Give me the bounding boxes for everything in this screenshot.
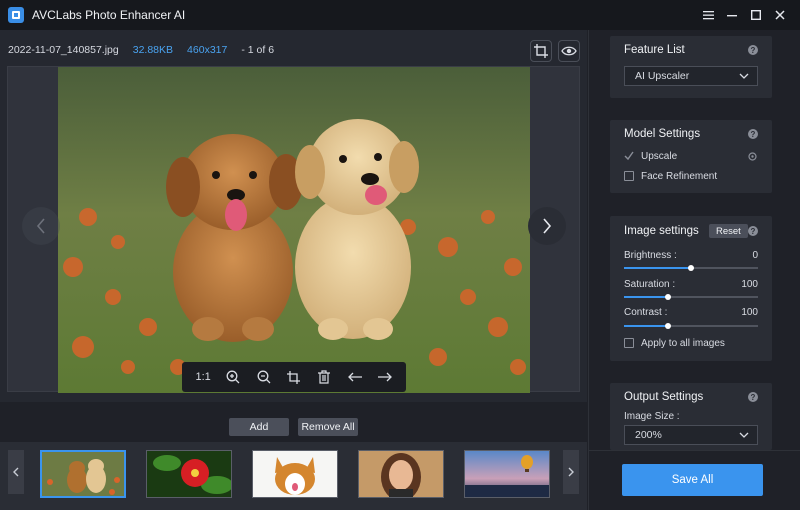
chevron-down-icon	[739, 73, 749, 79]
reset-button[interactable]: Reset	[709, 224, 748, 238]
crop-toggle-button[interactable]	[530, 40, 552, 62]
help-icon[interactable]: ?	[748, 226, 758, 236]
crop-icon[interactable]	[283, 366, 305, 388]
image-toolbar: 1:1	[182, 362, 406, 392]
image-canvas	[7, 66, 580, 393]
delete-icon[interactable]	[313, 366, 335, 388]
brightness-slider-fill	[624, 267, 691, 269]
chevron-right-icon	[543, 218, 552, 234]
chevron-left-icon	[13, 467, 19, 477]
checkmark-icon	[624, 151, 634, 161]
settings-panel: Feature List ? AI Upscaler Model Setting…	[588, 30, 800, 510]
menu-icon[interactable]	[699, 6, 717, 24]
main-photo-puppies	[58, 67, 530, 393]
crop-icon	[534, 44, 548, 58]
help-icon[interactable]: ?	[748, 45, 758, 55]
brightness-slider[interactable]	[624, 265, 758, 271]
image-dimensions: 460x317	[187, 44, 228, 56]
thumbs-prev-button[interactable]	[8, 450, 24, 494]
chevron-left-icon	[36, 218, 45, 234]
maximize-icon[interactable]	[747, 6, 765, 24]
add-button[interactable]: Add	[229, 418, 289, 436]
file-name: 2022-11-07_140857.jpg	[8, 44, 119, 56]
gear-icon[interactable]	[747, 151, 758, 162]
image-size-value: 200%	[635, 429, 662, 441]
arrow-left-icon[interactable]	[344, 366, 366, 388]
contrast-slider-fill	[624, 325, 669, 327]
face-refinement-label: Face Refinement	[641, 171, 718, 182]
brightness-slider-knob[interactable]	[688, 265, 694, 271]
brightness-label: Brightness :	[624, 250, 677, 261]
saturation-value: 100	[741, 279, 758, 290]
minimize-icon[interactable]	[723, 6, 741, 24]
apply-all-label: Apply to all images	[641, 338, 725, 349]
image-size-select[interactable]: 200%	[624, 425, 758, 445]
panel-divider	[589, 450, 800, 451]
remove-all-button[interactable]: Remove All	[298, 418, 358, 436]
previous-image-button[interactable]	[22, 207, 60, 245]
thumbnail-hot-air-balloon[interactable]	[464, 450, 550, 498]
saturation-slider-fill	[624, 296, 669, 298]
eye-icon	[561, 46, 577, 56]
app-logo-icon	[8, 7, 24, 23]
model-settings-card: Model Settings ? Upscale Face Refinement	[610, 120, 772, 193]
thumbnail-strip	[0, 442, 587, 510]
thumbnail-panel: Add Remove All	[0, 402, 587, 510]
feature-list-title: Feature List	[624, 44, 685, 56]
title-bar: AVCLabs Photo Enhancer AI	[0, 0, 800, 30]
feature-select-value: AI Upscaler	[635, 70, 690, 82]
image-viewer: 2022-11-07_140857.jpg 32.88KB 460x317 - …	[0, 30, 587, 402]
thumbnail-puppies[interactable]	[40, 450, 126, 498]
output-settings-title: Output Settings	[624, 391, 704, 403]
next-image-button[interactable]	[528, 207, 566, 245]
feature-list-card: Feature List ? AI Upscaler	[610, 36, 772, 98]
zoom-in-icon[interactable]	[222, 366, 244, 388]
saturation-slider-knob[interactable]	[665, 294, 672, 300]
save-all-button[interactable]: Save All	[622, 464, 763, 496]
saturation-label: Saturation :	[624, 279, 676, 290]
preview-toggle-button[interactable]	[558, 40, 580, 62]
page-counter: - 1 of 6	[241, 44, 275, 56]
image-size-label: Image Size :	[624, 411, 680, 422]
close-icon[interactable]	[771, 6, 789, 24]
image-settings-title: Image settings	[624, 225, 699, 237]
output-settings-card: Output Settings ? Image Size : 200%	[610, 383, 772, 450]
file-info-bar: 2022-11-07_140857.jpg 32.88KB 460x317 - …	[8, 44, 274, 56]
contrast-label: Contrast :	[624, 307, 668, 318]
arrow-right-icon[interactable]	[374, 366, 396, 388]
brightness-value: 0	[752, 250, 758, 261]
file-size: 32.88KB	[132, 44, 174, 56]
upscale-label: Upscale	[641, 151, 678, 162]
help-icon[interactable]: ?	[748, 392, 758, 402]
contrast-slider[interactable]	[624, 323, 758, 329]
zoom-out-icon[interactable]	[253, 366, 275, 388]
chevron-right-icon	[568, 467, 574, 477]
feature-select[interactable]: AI Upscaler	[624, 66, 758, 86]
thumbnail-woman-portrait[interactable]	[358, 450, 444, 498]
help-icon[interactable]: ?	[748, 129, 758, 139]
thumbnail-corgi[interactable]	[252, 450, 338, 498]
apply-all-checkbox[interactable]	[624, 338, 634, 348]
thumbs-next-button[interactable]	[563, 450, 579, 494]
face-refinement-checkbox[interactable]	[624, 171, 634, 181]
contrast-value: 100	[741, 307, 758, 318]
upscale-checkbox[interactable]	[624, 151, 634, 161]
contrast-slider-knob[interactable]	[665, 323, 672, 329]
image-settings-card: Image settings Reset ? Brightness : 0 Sa…	[610, 216, 772, 361]
actual-size-button[interactable]: 1:1	[192, 366, 214, 388]
thumbnail-red-flower[interactable]	[146, 450, 232, 498]
saturation-slider[interactable]	[624, 294, 758, 300]
chevron-down-icon	[739, 432, 749, 438]
model-settings-title: Model Settings	[624, 128, 701, 140]
app-title: AVCLabs Photo Enhancer AI	[32, 8, 186, 22]
